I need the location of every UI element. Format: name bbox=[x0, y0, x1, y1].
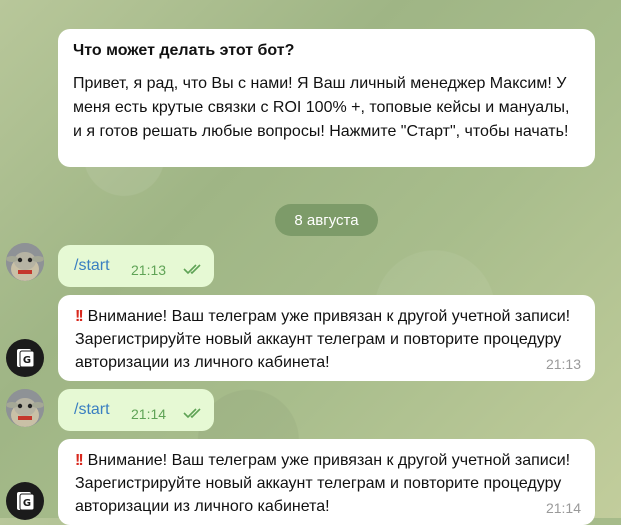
message-time: 21:13 bbox=[131, 262, 167, 278]
message-time: 21:14 bbox=[545, 500, 581, 516]
user-avatar[interactable] bbox=[6, 389, 44, 427]
message-text: Внимание! Ваш телеграм уже привязан к др… bbox=[75, 452, 571, 515]
message-time: 21:14 bbox=[131, 406, 167, 422]
double-check-icon bbox=[183, 406, 205, 424]
bot-command-link[interactable]: /start bbox=[74, 257, 110, 275]
incoming-message[interactable]: !! Внимание! Ваш телеграм уже привязан к … bbox=[58, 295, 595, 381]
user-avatar[interactable] bbox=[6, 243, 44, 281]
double-check-icon bbox=[183, 262, 205, 280]
bot-avatar[interactable]: G bbox=[6, 482, 44, 520]
message-time: 21:13 bbox=[545, 356, 581, 372]
double-exclamation-icon: !! bbox=[75, 452, 84, 469]
svg-text:G: G bbox=[23, 355, 31, 366]
outgoing-message[interactable]: /start 21:14 bbox=[58, 389, 214, 431]
bot-command-link[interactable]: /start bbox=[74, 401, 110, 419]
incoming-message[interactable]: !! Внимание! Ваш телеграм уже привязан к … bbox=[58, 439, 595, 525]
message-text: Внимание! Ваш телеграм уже привязан к др… bbox=[75, 308, 571, 371]
svg-text:G: G bbox=[23, 498, 31, 509]
date-separator: 8 августа bbox=[275, 204, 378, 236]
outgoing-message[interactable]: /start 21:13 bbox=[58, 245, 214, 287]
bot-avatar[interactable]: G bbox=[6, 339, 44, 377]
bot-description-text: Привет, я рад, что Вы с нами! Я Ваш личн… bbox=[73, 75, 570, 140]
bot-description-card: Что может делать этот бот? Привет, я рад… bbox=[58, 29, 595, 167]
double-exclamation-icon: !! bbox=[75, 308, 84, 325]
bot-description-title: Что может делать этот бот? bbox=[73, 42, 295, 59]
